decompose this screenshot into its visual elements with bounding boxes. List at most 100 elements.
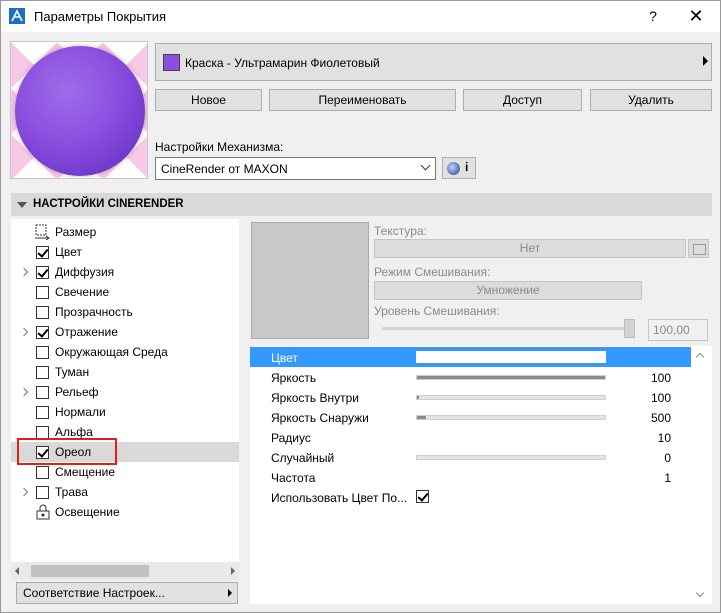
channel-checkbox[interactable]	[36, 486, 49, 499]
scroll-up-icon[interactable]	[695, 352, 705, 362]
parameter-name: Использовать Цвет По...	[271, 491, 408, 505]
delete-button[interactable]: Удалить	[590, 89, 712, 111]
parameter-slider[interactable]	[416, 395, 606, 400]
parameter-name: Яркость Внутри	[271, 391, 359, 405]
parameter-row[interactable]: Яркость Внутри 100	[250, 387, 691, 407]
parameter-row[interactable]: Частота 1	[250, 467, 691, 487]
channel-row[interactable]: Размер	[11, 222, 239, 242]
channel-checkbox[interactable]	[36, 286, 49, 299]
chevron-right-icon[interactable]	[19, 387, 29, 397]
channel-label: Размер	[55, 225, 97, 239]
material-preview[interactable]	[10, 41, 148, 179]
scroll-down-icon[interactable]	[695, 588, 705, 598]
channel-checkbox[interactable]	[36, 466, 49, 479]
channel-row[interactable]: Туман	[11, 362, 239, 382]
channel-row[interactable]: Смещение	[11, 462, 239, 482]
chevron-right-icon[interactable]	[19, 487, 29, 497]
channel-list: Размер Цвет Диффузия Свечение Прозрачность От…	[11, 219, 239, 579]
blend-level-value[interactable]: 100,00	[648, 319, 708, 341]
scroll-right-icon[interactable]	[231, 567, 235, 575]
parameter-row[interactable]: Использовать Цвет По...	[250, 487, 691, 507]
blend-mode-select[interactable]: Умножение	[374, 281, 642, 300]
channel-label: Диффузия	[55, 265, 115, 279]
material-selector[interactable]: Краска - Ультрамарин Фиолетовый	[155, 43, 712, 81]
cinerender-section-header[interactable]: НАСТРОЙКИ CINERENDER	[11, 193, 712, 216]
channel-label: Смещение	[55, 465, 116, 479]
chevron-right-icon[interactable]	[19, 327, 29, 337]
slider-fill	[417, 396, 419, 399]
texture-label: Текстура:	[374, 224, 427, 238]
lock-icon	[36, 504, 50, 520]
preview-sphere	[15, 46, 145, 176]
channel-checkbox[interactable]	[36, 346, 49, 359]
parameter-value[interactable]: 1	[664, 471, 671, 485]
parameter-value[interactable]: 0	[664, 451, 671, 465]
parameter-slider[interactable]	[416, 415, 606, 420]
channel-row[interactable]: Прозрачность	[11, 302, 239, 322]
channel-checkbox[interactable]	[36, 386, 49, 399]
engine-select[interactable]: CineRender от MAXON	[155, 157, 436, 180]
blend-level-slider-thumb[interactable]	[624, 319, 635, 338]
channel-row[interactable]: Цвет	[11, 242, 239, 262]
channel-row[interactable]: Рельеф	[11, 382, 239, 402]
parameter-value[interactable]: 10	[658, 431, 671, 445]
parameter-row[interactable]: Радиус 10	[250, 427, 691, 447]
close-button[interactable]: ✕	[681, 6, 711, 26]
parameter-value[interactable]: 100	[651, 391, 671, 405]
channel-list-scrollbar[interactable]	[11, 562, 239, 580]
channel-checkbox[interactable]	[36, 266, 49, 279]
channel-label: Освещение	[55, 505, 120, 519]
parameter-slider[interactable]	[416, 455, 606, 460]
blend-level-slider[interactable]	[382, 327, 634, 330]
parameter-row[interactable]: Яркость Снаружи 500	[250, 407, 691, 427]
texture-browse-icon[interactable]	[688, 239, 709, 258]
parameter-row[interactable]: Яркость 100	[250, 367, 691, 387]
channel-checkbox[interactable]	[36, 246, 49, 259]
help-button[interactable]: ?	[641, 6, 665, 26]
parameter-checkbox[interactable]	[416, 490, 429, 503]
blend-mode-label: Режим Смешивания:	[374, 265, 491, 279]
channel-label: Туман	[55, 365, 90, 379]
channel-row[interactable]: Диффузия	[11, 262, 239, 282]
channel-row[interactable]: Трава	[11, 482, 239, 502]
section-title: НАСТРОЙКИ CINERENDER	[33, 198, 184, 210]
parameter-row[interactable]: Случайный 0	[250, 447, 691, 467]
channel-checkbox[interactable]	[36, 326, 49, 339]
channel-row[interactable]: Окружающая Среда	[11, 342, 239, 362]
channel-checkbox[interactable]	[36, 366, 49, 379]
parameter-value[interactable]: 100	[651, 371, 671, 385]
parameter-slider[interactable]	[416, 375, 606, 380]
rename-button[interactable]: Переименовать	[269, 89, 456, 111]
info-icon: i	[465, 160, 469, 174]
access-button[interactable]: Доступ	[463, 89, 582, 111]
scroll-left-icon[interactable]	[15, 567, 19, 575]
slider-fill	[417, 376, 605, 379]
channel-label: Отражение	[55, 325, 118, 339]
channel-label: Свечение	[55, 285, 110, 299]
scrollbar-thumb[interactable]	[31, 565, 149, 577]
color-swatch[interactable]	[416, 351, 606, 363]
match-settings-button[interactable]: Соответствие Настроек...	[16, 582, 238, 604]
parameter-name: Яркость Снаружи	[271, 411, 369, 425]
chevron-right-icon	[703, 56, 708, 66]
channel-checkbox[interactable]	[36, 406, 49, 419]
new-button[interactable]: Новое	[155, 89, 262, 111]
channel-row[interactable]: Освещение	[11, 502, 239, 522]
parameter-list-scrollbar[interactable]	[691, 346, 712, 604]
engine-info-button[interactable]: i	[442, 157, 476, 179]
channel-row[interactable]: Нормали	[11, 402, 239, 422]
parameter-name: Радиус	[271, 431, 311, 445]
chevron-right-icon[interactable]	[19, 267, 29, 277]
chevron-right-icon	[228, 589, 232, 597]
parameter-row[interactable]: Цвет	[250, 347, 691, 367]
channel-label: Цвет	[55, 245, 82, 259]
channel-label: Окружающая Среда	[55, 345, 168, 359]
blend-level-label: Уровень Смешивания:	[374, 304, 500, 318]
texture-field[interactable]: Нет	[374, 239, 686, 258]
surface-settings-dialog: Параметры Покрытия ? ✕ Краска - Ультрама…	[0, 0, 721, 613]
channel-label: Трава	[55, 485, 88, 499]
channel-row[interactable]: Свечение	[11, 282, 239, 302]
channel-row[interactable]: Отражение	[11, 322, 239, 342]
channel-checkbox[interactable]	[36, 306, 49, 319]
parameter-value[interactable]: 500	[651, 411, 671, 425]
